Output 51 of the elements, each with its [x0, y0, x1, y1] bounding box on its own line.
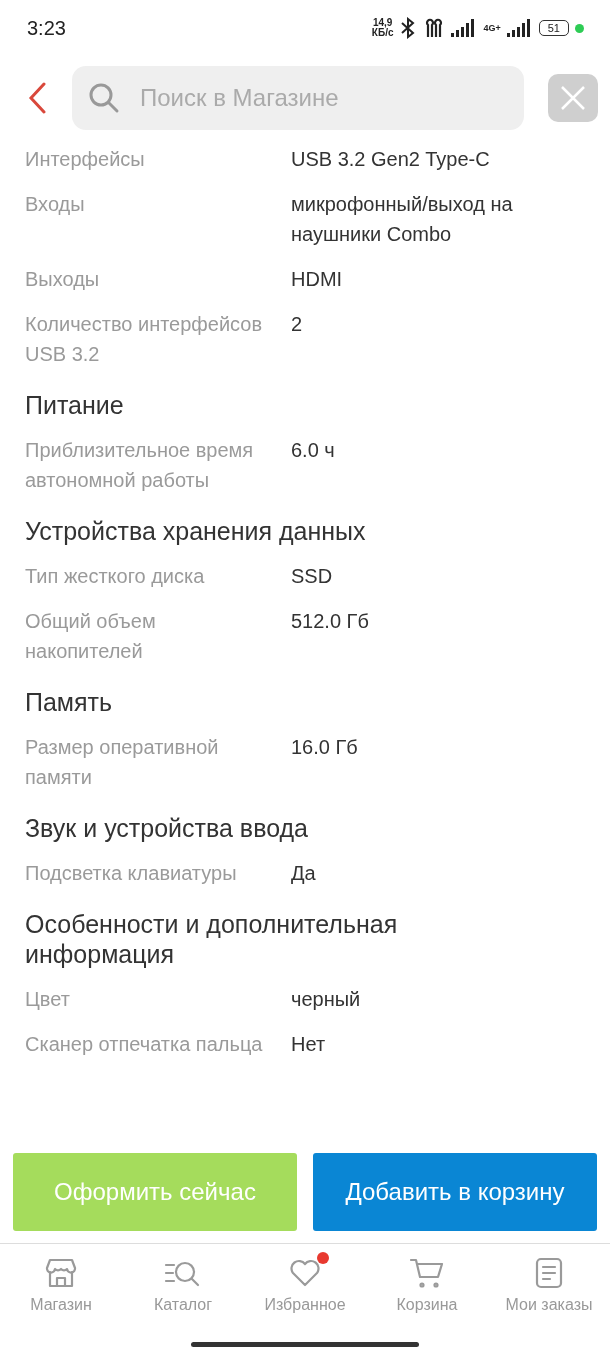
section-heading: Память — [25, 687, 114, 718]
spec-label: Размер оперативной памяти — [25, 735, 220, 790]
network-speed: 14,9 — [372, 18, 393, 28]
close-icon — [560, 85, 586, 111]
spec-value: черный — [291, 987, 362, 1012]
nav-item[interactable]: Каталог — [123, 1256, 243, 1342]
status-time: 3:23 — [27, 16, 67, 40]
battery-level: 51 — [538, 20, 569, 36]
spec-label: Приблизительное время автономной работы — [25, 438, 255, 493]
spec-value: SSD — [291, 564, 334, 589]
store-icon — [44, 1256, 78, 1290]
spec-label: Тип жесткого диска — [25, 564, 206, 589]
section-heading: Особенности и дополнительная информация — [25, 909, 399, 970]
spec-value: USB 3.2 Gen2 Type-C — [291, 147, 491, 172]
spec-label: Входы — [25, 192, 86, 217]
nav-item[interactable]: Мои заказы — [489, 1256, 609, 1342]
spec-value: микрофонный/выход на наушники Combo — [291, 192, 514, 247]
search-bar[interactable]: Поиск в Магазине — [72, 66, 524, 130]
speed-unit: КБ/с — [371, 28, 394, 38]
close-button[interactable] — [548, 74, 598, 122]
home-indicator[interactable] — [191, 1342, 419, 1347]
nav-item[interactable]: Избранное — [245, 1256, 365, 1342]
back-icon — [28, 82, 48, 114]
spec-value: 512.0 Гб — [291, 609, 370, 634]
search-field[interactable]: Поиск в Магазине — [138, 83, 508, 113]
spec-label: Подсветка клавиатуры — [25, 861, 238, 886]
nav-item[interactable]: Магазин — [1, 1256, 121, 1342]
spec-value: HDMI — [291, 267, 344, 292]
nav-item[interactable]: Корзина — [367, 1256, 487, 1342]
spec-value: Нет — [291, 1032, 327, 1057]
signal-icon — [506, 19, 533, 37]
checkout-button[interactable]: Оформить сейчас — [13, 1153, 297, 1231]
spec-label: Сканер отпечатка пальца — [25, 1032, 263, 1057]
spec-value: 2 — [291, 312, 304, 337]
spec-label: Количество интерфейсов USB 3.2 — [25, 312, 263, 367]
spec-label: Выходы — [25, 267, 101, 292]
add-to-cart-button[interactable]: Добавить в корзину — [313, 1153, 597, 1231]
cart-icon — [409, 1256, 445, 1290]
section-heading: Устройства хранения данных — [25, 516, 367, 547]
section-heading: Звук и устройства ввода — [25, 813, 309, 844]
status-dot — [575, 23, 584, 33]
spec-value: 6.0 ч — [291, 438, 336, 463]
spec-label: Интерфейсы — [25, 147, 146, 172]
spec-label: Цвет — [25, 987, 71, 1012]
spec-value: 16.0 Гб — [291, 735, 359, 760]
section-heading: Питание — [25, 390, 125, 421]
search-icon — [88, 82, 120, 114]
back-button[interactable] — [28, 82, 48, 114]
spec-label: Общий объем накопителей — [25, 609, 157, 664]
network-type: 4G+ — [483, 23, 501, 33]
spec-value: Да — [291, 861, 317, 886]
